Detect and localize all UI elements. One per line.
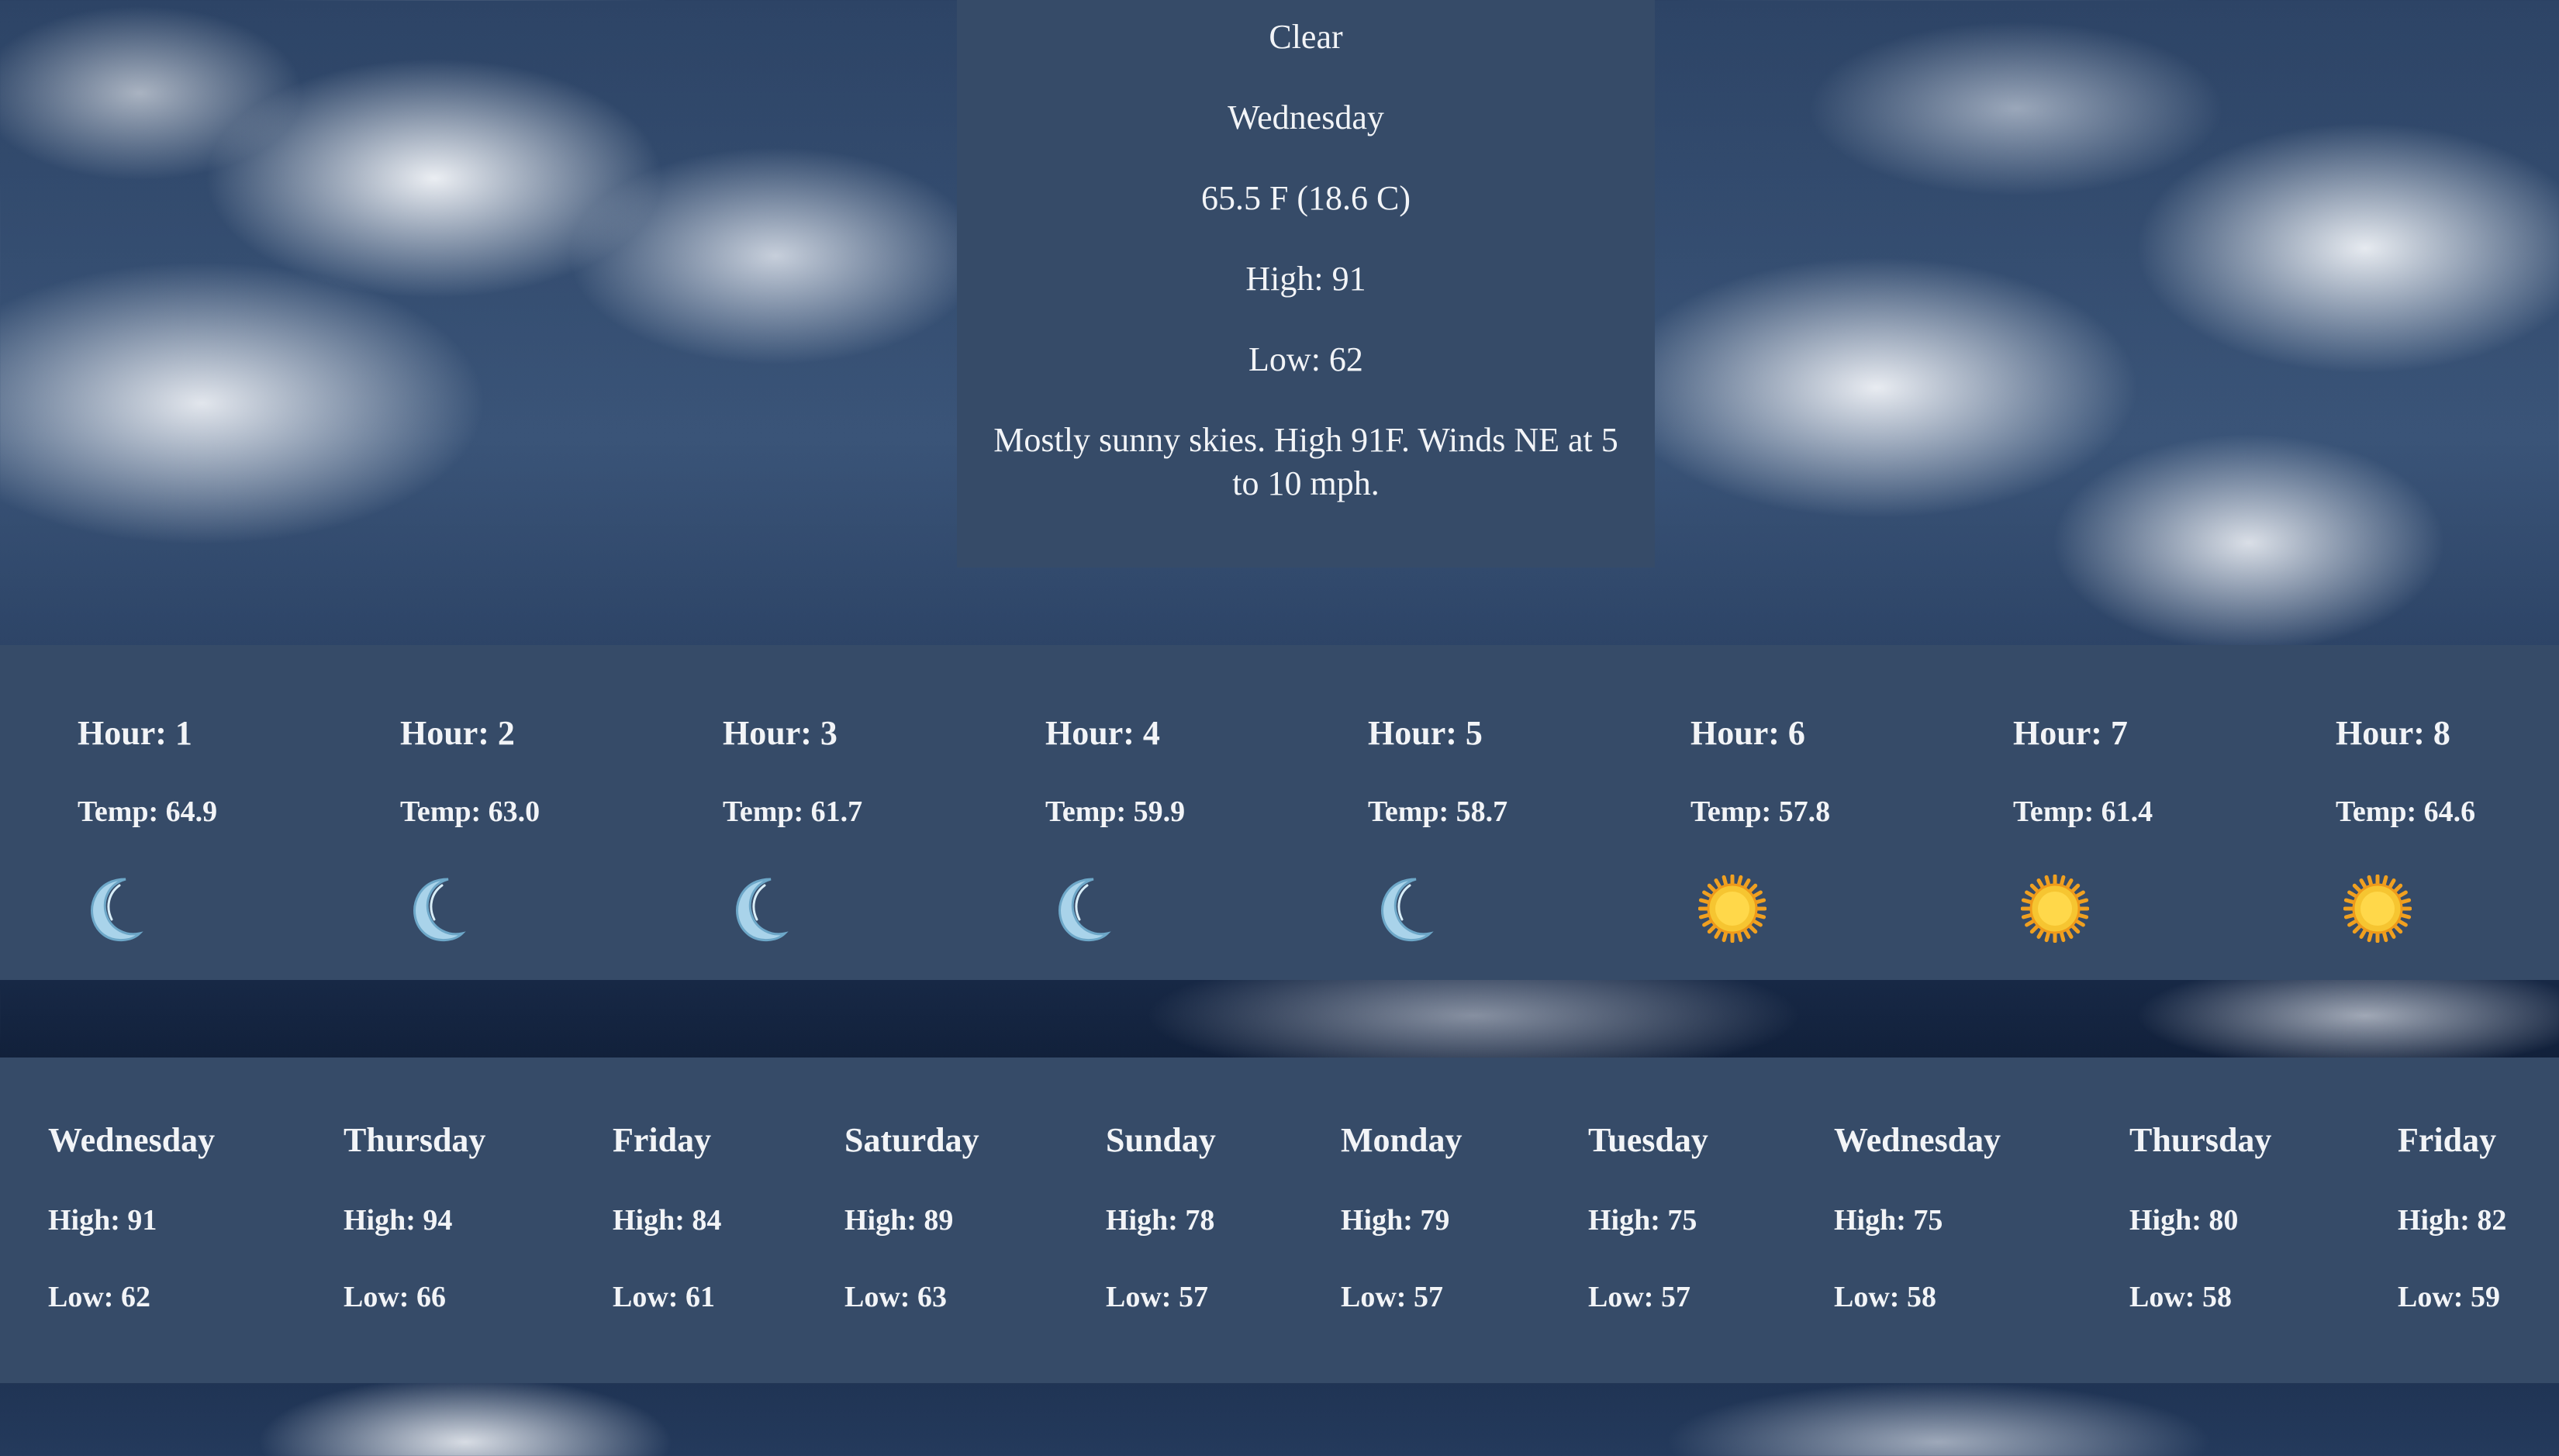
day-name: Friday xyxy=(2398,1121,2497,1159)
day-low: Low: 62 xyxy=(48,1281,150,1313)
current-high: High: 91 xyxy=(1245,260,1366,298)
current-temperature: 65.5 F (18.6 C) xyxy=(1200,179,1411,217)
day-name: Thursday xyxy=(344,1121,486,1159)
day-name: Tuesday xyxy=(1588,1121,1708,1159)
hour-temp: Temp: 64.9 xyxy=(78,795,218,828)
moon-icon xyxy=(408,875,476,943)
hour-card: Hour: 8 Temp: 64.6 xyxy=(2336,645,2559,980)
hour-label: Hour: 5 xyxy=(1368,714,1483,752)
day-name: Wednesday xyxy=(48,1121,216,1159)
hour-card: Hour: 7 Temp: 61.4 xyxy=(2013,645,2246,980)
day-high: High: 79 xyxy=(1341,1204,1450,1237)
day-name: Saturday xyxy=(844,1121,979,1159)
hour-temp: Temp: 58.7 xyxy=(1368,795,1508,828)
day-low: Low: 57 xyxy=(1588,1281,1690,1313)
hour-card: Hour: 5 Temp: 58.7 xyxy=(1368,645,1601,980)
day-high: High: 94 xyxy=(344,1204,453,1237)
day-high: High: 89 xyxy=(844,1204,954,1237)
hourly-forecast: Hour: 1 Temp: 64.9 Hour: 2 Temp: 63.0 Ho… xyxy=(0,645,2559,980)
hour-card: Hour: 1 Temp: 64.9 xyxy=(78,645,310,980)
day-low: Low: 59 xyxy=(2398,1281,2500,1313)
day-low: Low: 61 xyxy=(613,1281,715,1313)
hour-temp: Temp: 61.4 xyxy=(2013,795,2153,828)
current-day: Wednesday xyxy=(1228,98,1384,136)
moon-icon xyxy=(730,875,799,943)
day-high: High: 82 xyxy=(2398,1204,2507,1237)
hour-temp: Temp: 61.7 xyxy=(723,795,863,828)
sun-icon xyxy=(2020,874,2090,944)
day-name: Thursday xyxy=(2129,1121,2272,1159)
hour-label: Hour: 1 xyxy=(78,714,192,752)
day-name: Monday xyxy=(1341,1121,1463,1159)
hour-label: Hour: 7 xyxy=(2013,714,2128,752)
moon-icon xyxy=(85,875,154,943)
day-low: Low: 58 xyxy=(1834,1281,1936,1313)
current-condition: Clear xyxy=(1269,18,1343,56)
current-conditions-panel: Clear Wednesday 65.5 F (18.6 C) High: 91… xyxy=(957,0,1655,568)
hour-card: Hour: 4 Temp: 59.9 xyxy=(1045,645,1278,980)
hour-card: Hour: 3 Temp: 61.7 xyxy=(723,645,955,980)
day-low: Low: 66 xyxy=(344,1281,446,1313)
hour-temp: Temp: 59.9 xyxy=(1045,795,1186,828)
hour-label: Hour: 2 xyxy=(400,714,515,752)
day-high: High: 78 xyxy=(1106,1204,1215,1237)
sun-icon xyxy=(1697,874,1767,944)
day-high: High: 75 xyxy=(1588,1204,1697,1237)
day-low: Low: 57 xyxy=(1106,1281,1208,1313)
hour-temp: Temp: 64.6 xyxy=(2336,795,2476,828)
daily-forecast: Wednesday High: 91 Low: 62 Thursday High… xyxy=(0,1057,2559,1383)
moon-icon xyxy=(1376,875,1444,943)
hour-temp: Temp: 57.8 xyxy=(1690,795,1831,828)
day-name: Wednesday xyxy=(1834,1121,2001,1159)
hour-temp: Temp: 63.0 xyxy=(400,795,540,828)
day-low: Low: 63 xyxy=(844,1281,947,1313)
day-high: High: 75 xyxy=(1834,1204,1943,1237)
hour-label: Hour: 8 xyxy=(2336,714,2450,752)
hour-card: Hour: 6 Temp: 57.8 xyxy=(1690,645,1923,980)
moon-icon xyxy=(1053,875,1121,943)
day-name: Friday xyxy=(613,1121,712,1159)
day-low: Low: 57 xyxy=(1341,1281,1443,1313)
sun-icon xyxy=(2343,874,2412,944)
hour-label: Hour: 6 xyxy=(1690,714,1805,752)
hour-label: Hour: 4 xyxy=(1045,714,1160,752)
current-summary: Mostly sunny skies. High 91F. Winds NE a… xyxy=(993,421,1618,502)
current-low: Low: 62 xyxy=(1248,340,1363,378)
day-low: Low: 58 xyxy=(2129,1281,2232,1313)
day-high: High: 84 xyxy=(613,1204,722,1237)
hour-card: Hour: 2 Temp: 63.0 xyxy=(400,645,633,980)
day-name: Sunday xyxy=(1106,1121,1216,1159)
day-high: High: 91 xyxy=(48,1204,157,1237)
hour-label: Hour: 3 xyxy=(723,714,837,752)
day-high: High: 80 xyxy=(2129,1204,2239,1237)
